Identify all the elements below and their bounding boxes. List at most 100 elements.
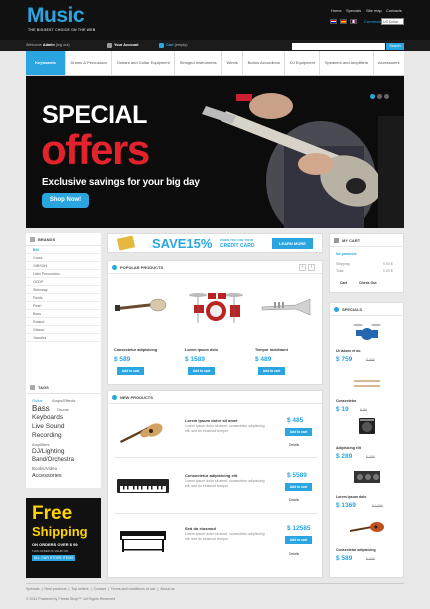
- site-logo[interactable]: Music: [27, 4, 85, 28]
- add-to-cart-button[interactable]: Add to cart: [285, 536, 312, 544]
- trumpet-image[interactable]: [258, 297, 314, 319]
- flag-en-icon[interactable]: [330, 19, 337, 24]
- top-link-sitemap[interactable]: Site map: [366, 8, 382, 13]
- slider-dot-1[interactable]: [370, 94, 375, 99]
- tag-link[interactable]: DJ/Lighting: [32, 448, 65, 455]
- popular-products-panel: POPULAR PRODUCTS ‹ › Consectetur adipisi…: [107, 260, 323, 385]
- nav-winds[interactable]: Winds: [222, 51, 244, 75]
- next-arrow-icon[interactable]: ›: [308, 264, 315, 271]
- new-products-panel: NEW PRODUCTS Lorem ipsum dolor sit amet …: [107, 390, 323, 578]
- product-name[interactable]: Tempor incididunt: [255, 348, 288, 352]
- new-product-name[interactable]: Sed do eiusmod: [185, 526, 216, 531]
- new-product-name[interactable]: Lorem ipsum dolor sit amet: [185, 418, 237, 423]
- footer-link-about[interactable]: About us: [160, 587, 174, 591]
- tag-link[interactable]: Amps/Effects: [52, 398, 76, 403]
- brand-item[interactable]: Fields: [26, 294, 101, 302]
- free-shipping-banner[interactable]: Free Shipping ON ORDERS OVER $ 99 THIS O…: [26, 498, 101, 578]
- learn-more-button[interactable]: LEARN MORE: [272, 238, 313, 249]
- add-to-cart-button[interactable]: Add to cart: [285, 483, 312, 491]
- details-link[interactable]: Details: [289, 552, 299, 556]
- footer-link-new[interactable]: New products: [45, 587, 67, 591]
- tag-link[interactable]: Bass: [32, 404, 50, 413]
- add-to-cart-button[interactable]: Add to cart: [117, 367, 144, 375]
- nav-guitars[interactable]: Guitars and Guitar Equipment: [112, 51, 176, 75]
- top-link-home[interactable]: Home: [331, 8, 342, 13]
- special-guitar-image[interactable]: [348, 518, 386, 536]
- brand-item[interactable]: Latin Percussion: [26, 270, 101, 278]
- tag-link[interactable]: Accessories: [32, 473, 62, 479]
- brand-item[interactable]: Boss: [26, 310, 101, 318]
- nav-speakers[interactable]: Speakers and Amplifiers: [320, 51, 374, 75]
- flag-fr-icon[interactable]: [350, 19, 357, 24]
- product-name[interactable]: Lorem ipsum dolo: [185, 348, 218, 352]
- tag-link[interactable]: Live Sound: [32, 423, 65, 430]
- top-link-contacts[interactable]: Contacts: [386, 8, 402, 13]
- drum-kit-image[interactable]: [186, 287, 246, 325]
- tag-link[interactable]: Keyboards: [32, 414, 63, 421]
- prev-arrow-icon[interactable]: ‹: [299, 264, 306, 271]
- footer-link-specials[interactable]: Specials: [26, 587, 40, 591]
- slider-dot-2[interactable]: [377, 94, 382, 99]
- new-product-name[interactable]: Consectetur adipisicing elit: [185, 473, 237, 478]
- nav-drums[interactable]: Drums & Percussion: [66, 51, 113, 75]
- tag-link[interactable]: Recording: [32, 432, 62, 439]
- cart-button[interactable]: Cart: [340, 281, 347, 285]
- tag-link[interactable]: Drums: [57, 407, 69, 412]
- flag-es-icon[interactable]: [340, 19, 347, 24]
- special-drumsticks-image[interactable]: [352, 378, 382, 390]
- special-name[interactable]: Ut labore et do: [336, 349, 361, 353]
- brand-item[interactable]: Gibson: [26, 326, 101, 334]
- search-input[interactable]: [292, 43, 385, 50]
- brand-item[interactable]: Steinway: [26, 286, 101, 294]
- footer-link-contact[interactable]: Contact: [94, 587, 106, 591]
- special-amplifier-image[interactable]: [358, 417, 376, 435]
- currency-select[interactable]: US Dollar: [381, 18, 404, 25]
- special-name[interactable]: Consectetur: [336, 399, 356, 403]
- product-name[interactable]: Consectetur adipisicing: [114, 348, 157, 352]
- nav-stringed[interactable]: Stringed Instruments: [175, 51, 223, 75]
- acoustic-guitar-image[interactable]: [118, 421, 168, 445]
- checkout-button[interactable]: Check Out: [359, 281, 377, 285]
- brand-item[interactable]: GIBSON: [26, 262, 101, 270]
- shop-now-button[interactable]: Shop Now!: [42, 193, 89, 208]
- new-products-icon: [112, 395, 117, 400]
- cart-link[interactable]: Cart (empty): [166, 43, 188, 47]
- special-name[interactable]: Lorem ipsum dolo: [336, 495, 366, 499]
- brand-item[interactable]: Bbl: [26, 246, 101, 254]
- tag-link[interactable]: Guitar: [32, 398, 43, 403]
- tag-link[interactable]: Amplifiers: [32, 442, 50, 447]
- tag-link[interactable]: Band/Orchestra: [32, 457, 74, 463]
- slider-dot-3[interactable]: [384, 94, 389, 99]
- bass-guitar-image[interactable]: [114, 291, 168, 319]
- brand-item[interactable]: OCDP: [26, 278, 101, 286]
- footer-link-top-sellers[interactable]: Top sellers: [71, 587, 88, 591]
- logout-link[interactable]: (log out): [56, 43, 70, 47]
- nav-accessories[interactable]: Accessories: [374, 51, 405, 75]
- nav-accordions[interactable]: Button Accordions: [243, 51, 286, 75]
- brand-item[interactable]: Cross: [26, 254, 101, 262]
- credit-card-promo[interactable]: SAVE15% WHEN YOU USE YOUR CREDIT CARD LE…: [107, 233, 323, 253]
- special-drums-image[interactable]: [352, 321, 382, 341]
- add-to-cart-button[interactable]: Add to cart: [285, 428, 312, 436]
- your-account-link[interactable]: Your Account: [114, 43, 138, 47]
- hero-banner[interactable]: SPECIAL offers Exclusive savings for you…: [26, 76, 404, 228]
- product-price: $ 1589: [185, 356, 205, 363]
- add-to-cart-button[interactable]: Add to cart: [188, 367, 215, 375]
- footer-link-terms[interactable]: Terms and conditions of use: [111, 587, 156, 591]
- nav-dj[interactable]: DJ Equipment: [285, 51, 321, 75]
- digital-piano-image[interactable]: [118, 529, 168, 553]
- search-button[interactable]: Search: [386, 43, 404, 50]
- special-name[interactable]: Consectetur adipisicing: [336, 548, 376, 552]
- add-to-cart-button[interactable]: Add to cart: [258, 367, 285, 375]
- brand-item[interactable]: Roland: [26, 318, 101, 326]
- brand-item[interactable]: Pearl: [26, 302, 101, 310]
- top-link-specials[interactable]: Specials: [346, 8, 361, 13]
- details-link[interactable]: Details: [289, 443, 299, 447]
- special-name[interactable]: Adipisicing elit: [336, 446, 361, 450]
- brand-item[interactable]: Yamaha: [26, 334, 101, 342]
- tag-link[interactable]: Books/Video: [32, 466, 57, 471]
- details-link[interactable]: Details: [289, 498, 299, 502]
- nav-keyboards[interactable]: Keyboards: [26, 51, 66, 75]
- special-electronic-drums-image[interactable]: [352, 467, 382, 487]
- keyboard-image[interactable]: [116, 477, 170, 495]
